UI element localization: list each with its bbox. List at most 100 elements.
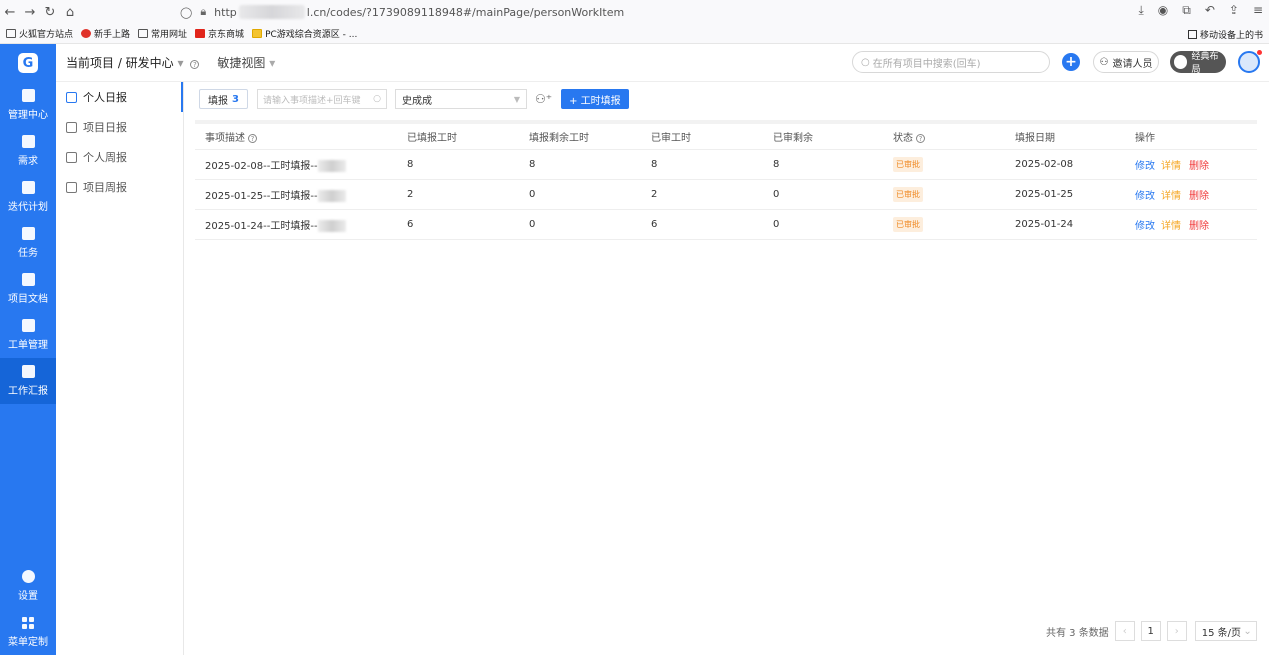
global-search-input[interactable]: ○ 在所有项目中搜索(回车): [852, 51, 1050, 73]
mobile-bookmarks[interactable]: 移动设备上的书: [1187, 28, 1263, 41]
nav-requirements[interactable]: 需求: [0, 128, 56, 174]
delete-link[interactable]: 删除: [1189, 191, 1209, 202]
account-icon[interactable]: ◉: [1158, 3, 1168, 18]
help-icon[interactable]: ?: [190, 60, 200, 69]
download-icon[interactable]: ⤓: [1138, 3, 1143, 18]
description-search-input[interactable]: 请输入事项描述+回车键 ○: [256, 89, 387, 109]
report-icon: [66, 121, 77, 133]
bookmark-item[interactable]: 新手上路: [81, 27, 130, 40]
prev-page-button[interactable]: ‹: [1114, 621, 1135, 641]
folder-icon: [1187, 30, 1197, 39]
add-person-icon[interactable]: ⚇⁺: [535, 92, 552, 106]
cell-date: 2025-02-08: [1015, 159, 1074, 170]
bookmarks-bar: 火狐官方站点 新手上路 常用网址 京东商城 PC游戏综合资源区 - ... 移动…: [0, 24, 1269, 44]
mail-icon: [21, 365, 35, 378]
cell-date: 2025-01-25: [1015, 189, 1074, 200]
game-icon: [252, 29, 263, 38]
nav-tasks[interactable]: 任务: [0, 220, 56, 266]
delete-link[interactable]: 删除: [1189, 161, 1209, 172]
ticket-icon: [21, 319, 35, 332]
nav-management-center[interactable]: 管理中心: [0, 82, 56, 128]
home-icon[interactable]: ⌂: [60, 5, 80, 20]
col-filled-header: 已填报工时: [407, 133, 457, 144]
cell-reviewed-remain: 0: [773, 219, 780, 230]
invite-button[interactable]: ⚇ 邀请人员: [1093, 51, 1159, 73]
next-page-button[interactable]: ›: [1166, 621, 1187, 641]
nav-bottom: 设置 菜单定制: [0, 563, 56, 655]
file-icon: [21, 273, 35, 286]
cell-remain: 0: [529, 219, 536, 230]
report-icon: [66, 91, 77, 103]
page-number[interactable]: 1: [1140, 621, 1161, 641]
menu-icon[interactable]: ≡: [1253, 3, 1263, 18]
report-toolbar: 填报 3 请输入事项描述+回车键 ○ 史成成 ▼ ⚇⁺ + 工时填报: [199, 88, 629, 110]
detail-link[interactable]: 详情: [1161, 191, 1181, 202]
work-report-submenu: 个人日报 项目日报 个人周报 项目周报: [56, 82, 184, 655]
share-icon[interactable]: ⇪: [1229, 3, 1239, 18]
project-selector[interactable]: 当前项目 / 研发中心 ▾ ?: [66, 54, 200, 71]
page-size-select[interactable]: 15 条/页 ⌄: [1194, 621, 1257, 641]
gear-icon: [21, 570, 35, 583]
address-bar[interactable]: ◯ 🔒︎ http l.cn/codes/?1739089118948#/mai…: [180, 2, 1050, 22]
submenu-project-daily[interactable]: 项目日报: [56, 112, 183, 142]
submenu-personal-weekly[interactable]: 个人周报: [56, 142, 183, 172]
app-logo[interactable]: G: [0, 44, 56, 82]
delete-link[interactable]: 删除: [1189, 221, 1209, 232]
back-icon[interactable]: ←: [0, 5, 20, 20]
table-row: 2025-02-08--工时填报-- 8 8 8 8 已审批 2025-02-0…: [195, 150, 1257, 180]
col-status-header: 状态?: [893, 129, 1015, 144]
redacted-text: [317, 190, 346, 202]
reload-icon[interactable]: ↻: [40, 5, 60, 20]
chevron-down-icon: ⌄: [1243, 625, 1252, 637]
cell-date: 2025-01-24: [1015, 219, 1074, 230]
cell-desc: 2025-01-25--工时填报--: [195, 187, 407, 202]
bookmark-item[interactable]: PC游戏综合资源区 - ...: [252, 27, 357, 40]
jd-icon: [195, 29, 206, 38]
url-redacted: [238, 5, 305, 19]
nav-menu-customize[interactable]: 菜单定制: [0, 609, 56, 655]
logo-icon: G: [18, 53, 38, 73]
submenu-project-weekly[interactable]: 项目周报: [56, 172, 183, 202]
chevron-down-icon: ▼: [513, 94, 520, 104]
bookmark-item[interactable]: 京东商城: [195, 27, 244, 40]
edit-link[interactable]: 修改: [1135, 161, 1155, 172]
nav-project-docs[interactable]: 项目文档: [0, 266, 56, 312]
tab-fill-report[interactable]: 填报 3: [199, 89, 248, 109]
bookmark-item[interactable]: 火狐官方站点: [6, 27, 73, 40]
user-add-icon: ⚇: [1099, 56, 1109, 68]
cell-status: 已审批: [893, 187, 1015, 202]
add-worktime-button[interactable]: + 工时填报: [561, 89, 629, 109]
submenu-personal-daily[interactable]: 个人日报: [56, 82, 183, 112]
layout-toggle[interactable]: 经典布局: [1170, 51, 1226, 75]
extensions-icon[interactable]: ⧉: [1182, 3, 1191, 18]
chevron-down-icon: ▾: [177, 56, 184, 70]
bookmark-item[interactable]: 常用网址: [138, 27, 187, 40]
edit-link[interactable]: 修改: [1135, 221, 1155, 232]
clipboard-icon: [21, 227, 35, 240]
status-badge: 已审批: [893, 157, 923, 172]
help-icon[interactable]: ?: [916, 134, 925, 143]
nav-work-report[interactable]: 工作汇报: [0, 358, 56, 404]
avatar[interactable]: [1238, 50, 1262, 73]
nav-ticket-management[interactable]: 工单管理: [0, 312, 56, 358]
worktime-table: 事项描述? 已填报工时 填报剩余工时 已审工时 已审剩余 状态? 填报日期 操作…: [195, 120, 1257, 240]
detail-link[interactable]: 详情: [1161, 221, 1181, 232]
total-count: 共有 3 条数据: [1046, 627, 1109, 639]
grid-icon: [22, 616, 34, 629]
create-button[interactable]: +: [1062, 53, 1080, 71]
person-select[interactable]: 史成成 ▼: [394, 89, 527, 109]
undo-icon[interactable]: ↶: [1205, 3, 1215, 18]
lock-icon: 🔒︎: [200, 5, 207, 18]
nav-settings[interactable]: 设置: [0, 563, 56, 609]
col-reviewed-remain-header: 已审剩余: [773, 133, 813, 144]
redacted-text: [317, 160, 346, 172]
help-icon[interactable]: ?: [248, 134, 257, 143]
browser-toolbar: ← → ↻ ⌂ ◯ 🔒︎ http l.cn/codes/?1739089118…: [0, 0, 1269, 24]
table-header: 事项描述? 已填报工时 填报剩余工时 已审工时 已审剩余 状态? 填报日期 操作: [195, 120, 1257, 150]
forward-icon[interactable]: →: [20, 5, 40, 20]
detail-link[interactable]: 详情: [1161, 161, 1181, 172]
cell-filled: 8: [407, 159, 414, 170]
edit-link[interactable]: 修改: [1135, 191, 1155, 202]
nav-iteration-plan[interactable]: 迭代计划: [0, 174, 56, 220]
view-selector[interactable]: 敏捷视图 ▾: [217, 54, 275, 71]
